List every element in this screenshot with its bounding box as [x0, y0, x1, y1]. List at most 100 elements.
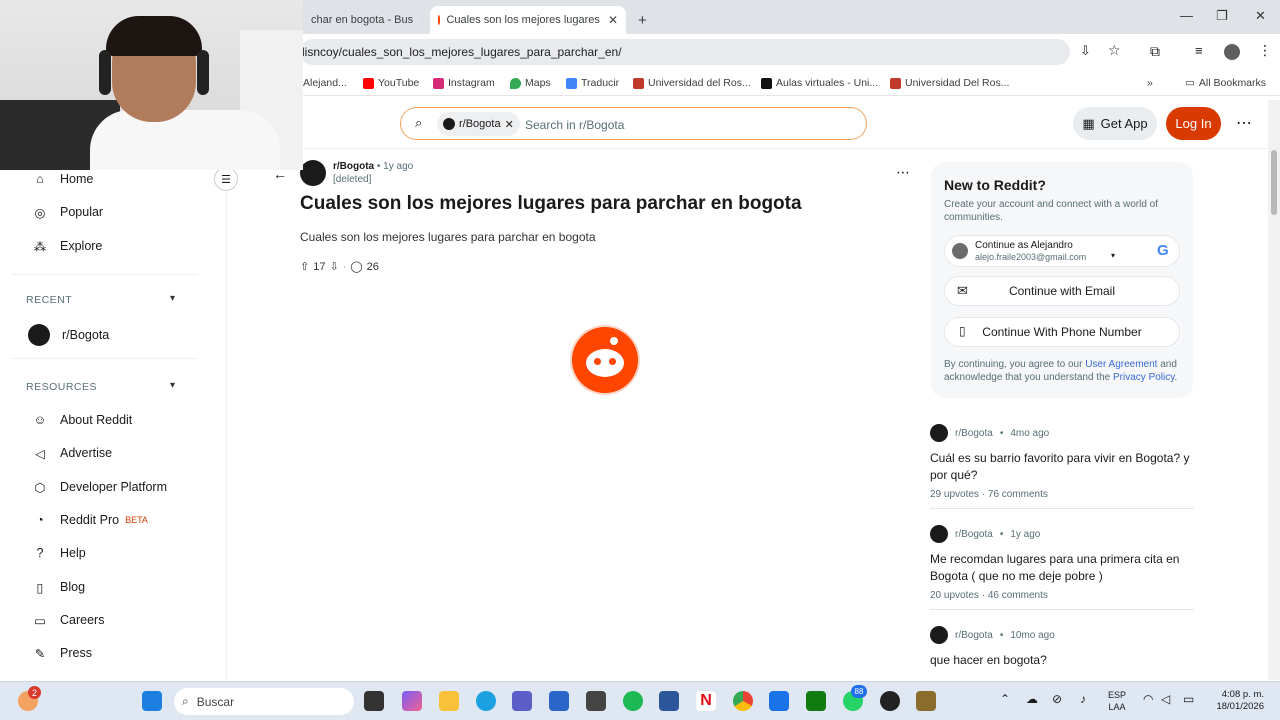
taskbar-search[interactable]: ⌕ Buscar	[174, 688, 354, 715]
copilot-icon[interactable]	[402, 691, 422, 711]
tray-chevron-icon[interactable]: ⌃	[1000, 692, 1010, 706]
collapse-sidebar-icon[interactable]: ☰	[214, 167, 238, 191]
bookmark-item[interactable]: Universidad del Ros...	[633, 77, 751, 89]
game-icon[interactable]	[916, 691, 936, 711]
netflix-icon[interactable]: N	[696, 691, 716, 711]
related-post-title[interactable]: Me recomdan lugares para una primera cit…	[930, 551, 1194, 585]
bookmark-item[interactable]: Universidad Del Ros...	[890, 77, 1009, 89]
bookmark-item[interactable]: Instagram	[433, 77, 495, 89]
chrome-icon[interactable]	[733, 691, 753, 711]
related-post[interactable]: r/Bogota • 4mo ago Cuál es su barrio favor…	[930, 424, 1194, 509]
vpn-icon[interactable]	[769, 691, 789, 711]
comment-icon[interactable]: ◯	[350, 260, 362, 273]
task-view-icon[interactable]	[364, 691, 384, 711]
search-bar[interactable]: ⌕ r/Bogota ✕ Search in r/Bogota	[400, 107, 867, 140]
extensions-icon[interactable]: ⧉	[1150, 43, 1160, 60]
bookmark-star-icon[interactable]: ☆	[1108, 42, 1121, 59]
volume-icon[interactable]: ◁	[1161, 692, 1170, 706]
app-icon[interactable]	[880, 691, 900, 711]
sidebar-item-developer[interactable]: ⬡ Developer Platform	[32, 479, 167, 495]
new-tab-button[interactable]: +	[630, 6, 654, 34]
sidebar-item-press[interactable]: ✎ Press	[32, 645, 92, 661]
webcam-overlay	[0, 0, 303, 170]
edge-icon[interactable]	[476, 691, 496, 711]
bookmark-item[interactable]: Alejand...	[303, 77, 347, 89]
user-agreement-link[interactable]: User Agreement	[1085, 359, 1157, 370]
word-icon[interactable]	[659, 691, 679, 711]
related-post[interactable]: r/Bogota • 10mo ago que hacer en bogota?	[930, 626, 1194, 669]
store-icon[interactable]	[549, 691, 569, 711]
battery-icon[interactable]: ▭	[1183, 692, 1194, 706]
teams-icon[interactable]	[512, 691, 532, 711]
sidebar-item-blog[interactable]: ▯ Blog	[32, 579, 85, 595]
privacy-policy-link[interactable]: Privacy Policy	[1113, 372, 1175, 383]
wifi-icon[interactable]: ◠	[1143, 692, 1153, 706]
downvote-icon[interactable]: ⇩	[329, 260, 338, 273]
close-window-icon[interactable]: ✕	[1255, 8, 1266, 24]
divider	[12, 274, 198, 275]
related-post[interactable]: r/Bogota • 1y ago Me recomdan lugares para…	[930, 525, 1194, 610]
community-chip[interactable]: r/Bogota ✕	[437, 112, 520, 136]
microphone-icon[interactable]: ♪	[1080, 692, 1086, 706]
related-post-title[interactable]: que hacer en bogota?	[930, 652, 1194, 669]
sidebar-item-popular[interactable]: ◎ Popular	[32, 204, 104, 220]
bookmark-item[interactable]: YouTube	[363, 77, 419, 89]
post-subreddit[interactable]: r/Bogota	[333, 161, 374, 172]
all-bookmarks[interactable]: ▭ All Bookmarks	[1185, 77, 1266, 89]
file-explorer-icon[interactable]	[439, 691, 459, 711]
university-icon	[890, 77, 901, 89]
bookmark-item[interactable]: Maps	[510, 77, 551, 89]
sidebar-item-advertise[interactable]: ◁ Advertise	[32, 445, 112, 461]
tab-search[interactable]: char en bogota - Bus ✕	[303, 6, 423, 34]
sidebar-item-reddit-pro[interactable]: ◔ Reddit Pro BETA	[32, 512, 148, 528]
get-app-button[interactable]: ▦ Get App	[1073, 107, 1157, 140]
chevron-down-icon[interactable]: ▾	[170, 293, 175, 304]
maximize-icon[interactable]: ❐	[1216, 8, 1228, 24]
sidebar-item-home[interactable]: ⌂ Home	[32, 171, 93, 187]
sidebar-item-help[interactable]: ? Help	[32, 545, 86, 561]
close-icon[interactable]: ✕	[505, 118, 514, 131]
search-input[interactable]: Search in r/Bogota	[525, 118, 624, 132]
more-options-icon[interactable]: ⋯	[1236, 113, 1252, 133]
subreddit-icon	[443, 118, 455, 130]
post-options-icon[interactable]: ⋯	[896, 164, 910, 181]
sidebar-item-bogota[interactable]: r/Bogota	[28, 324, 109, 346]
sidebar-item-about[interactable]: ☺ About Reddit	[32, 412, 133, 428]
clock[interactable]: 4:08 p. m. 18/01/2026	[1208, 689, 1264, 713]
sidebar-item-explore[interactable]: ⁂ Explore	[32, 238, 103, 254]
minimize-icon[interactable]: —	[1180, 8, 1193, 23]
bookmark-item[interactable]: Traducir	[566, 77, 619, 89]
scrollbar-thumb[interactable]	[1271, 150, 1277, 215]
continue-phone-button[interactable]: ▯ Continue With Phone Number	[944, 317, 1180, 347]
post-container: r/Bogota • 1y ago [deleted] ⋯ Cuales son…	[300, 160, 910, 273]
upvote-icon[interactable]: ⇧	[300, 260, 309, 273]
close-icon[interactable]: ✕	[600, 13, 618, 27]
start-menu-icon[interactable]	[142, 691, 162, 711]
subreddit-avatar[interactable]	[300, 160, 326, 186]
post-body: Cuales son los mejores lugares para parc…	[300, 230, 596, 244]
related-post-title[interactable]: Cuál es su barrio favorito para vivir en…	[930, 450, 1194, 484]
continue-email-button[interactable]: ✉ Continue with Email	[944, 276, 1180, 306]
tray-icon[interactable]: ⊘	[1052, 692, 1062, 706]
google-continue-button[interactable]: Continue as Alejandro alejo.fraile2003@g…	[944, 235, 1180, 267]
url-field[interactable]: lisncoy/cuales_son_los_mejores_lugares_p…	[300, 39, 1121, 65]
tray-icon[interactable]: ☁	[1026, 692, 1038, 706]
xbox-icon[interactable]	[806, 691, 826, 711]
login-button[interactable]: Log In	[1166, 107, 1221, 140]
app-icon[interactable]	[586, 691, 606, 711]
spotify-icon[interactable]	[623, 691, 643, 711]
reddit-alien-icon: ☺	[33, 413, 47, 427]
chevron-down-icon[interactable]: ▾	[170, 380, 175, 391]
mail-icon: ✉	[957, 283, 968, 298]
more-bookmarks-icon[interactable]: »	[1147, 77, 1153, 89]
browser-menu-icon[interactable]: ⋮	[1258, 42, 1272, 59]
tab-active-post[interactable]: Cuales son los mejores lugares ✕	[430, 6, 626, 34]
install-app-icon[interactable]: ⇩	[1080, 43, 1091, 59]
page-scrollbar[interactable]	[1268, 100, 1280, 680]
profile-avatar[interactable]	[1224, 44, 1240, 60]
language-indicator[interactable]: ESP LAA	[1108, 689, 1126, 713]
close-icon[interactable]: ✕	[413, 13, 423, 27]
bookmark-item[interactable]: Aulas virtuales - Uni...	[761, 77, 878, 89]
sidebar-item-careers[interactable]: ▭ Careers	[32, 612, 104, 628]
media-control-icon[interactable]: ≡	[1195, 43, 1203, 58]
